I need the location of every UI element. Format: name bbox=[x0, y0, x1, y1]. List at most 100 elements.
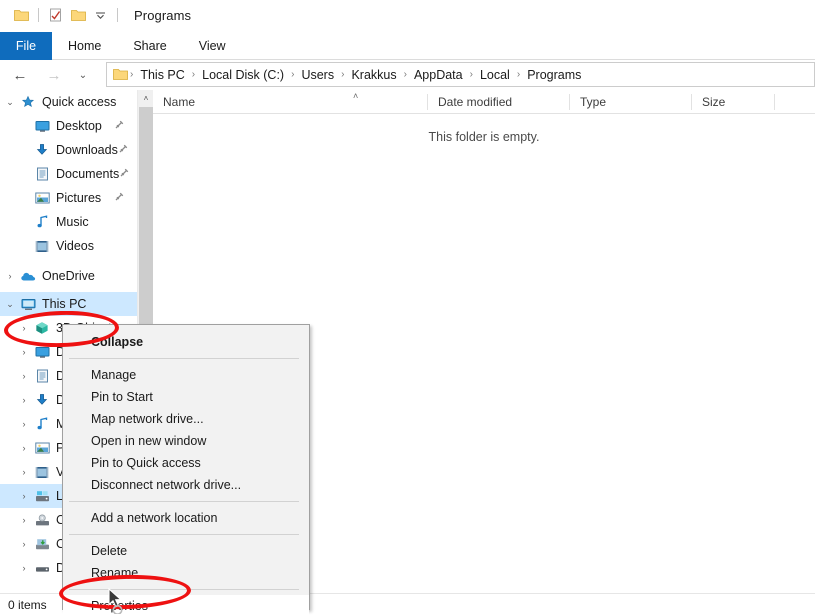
hard-drive-icon bbox=[32, 562, 52, 575]
column-label: Date modified bbox=[438, 94, 513, 109]
tree-item-label: Pictures bbox=[56, 191, 102, 205]
scroll-up-arrow-icon[interactable]: ˄ bbox=[138, 90, 154, 107]
download-icon bbox=[32, 393, 52, 407]
tree-item-label: Quick access bbox=[42, 95, 117, 109]
breadcrumb-krakkus[interactable]: Krakkus bbox=[346, 68, 401, 82]
chevron-placeholder-icon bbox=[16, 193, 32, 203]
tab-home[interactable]: Home bbox=[52, 32, 117, 60]
tree-item-downloads-qa[interactable]: Downloads bbox=[0, 138, 138, 162]
column-header-type[interactable]: Type bbox=[570, 90, 692, 114]
breadcrumb-this-pc[interactable]: This PC bbox=[135, 68, 189, 82]
back-button[interactable]: ← bbox=[8, 63, 32, 87]
chevron-right-icon[interactable]: › bbox=[2, 271, 18, 281]
menu-item-map-network-drive[interactable]: Map network drive... bbox=[63, 408, 309, 430]
breadcrumb-separator: › bbox=[291, 69, 295, 80]
menu-separator bbox=[69, 358, 299, 359]
menu-item-pin-to-start[interactable]: Pin to Start bbox=[63, 386, 309, 408]
column-header-size[interactable]: Size bbox=[692, 90, 775, 114]
desktop-icon bbox=[32, 120, 52, 133]
menu-item-collapse[interactable]: Collapse bbox=[63, 331, 309, 353]
pin-icon[interactable] bbox=[114, 120, 138, 133]
chevron-right-icon[interactable]: › bbox=[16, 515, 32, 525]
chevron-down-icon[interactable]: ⌄ bbox=[2, 97, 18, 108]
address-folder-icon bbox=[113, 68, 128, 81]
chevron-right-icon[interactable]: › bbox=[16, 347, 32, 357]
breadcrumb-separator: › bbox=[130, 69, 134, 80]
3d-objects-icon bbox=[32, 321, 52, 335]
tab-file[interactable]: File bbox=[0, 32, 52, 60]
chevron-right-icon[interactable]: › bbox=[16, 491, 32, 501]
chevron-placeholder-icon bbox=[16, 241, 32, 251]
hard-drive-icon bbox=[32, 490, 52, 503]
document-icon bbox=[32, 167, 52, 181]
breadcrumb-local[interactable]: Local bbox=[475, 68, 515, 82]
pin-icon[interactable] bbox=[119, 168, 138, 181]
tree-item-label: Downloads bbox=[56, 143, 118, 157]
download-icon bbox=[32, 143, 52, 157]
breadcrumb-separator: › bbox=[469, 69, 473, 80]
chevron-placeholder-icon bbox=[16, 217, 32, 227]
breadcrumb-appdata[interactable]: AppData bbox=[409, 68, 468, 82]
column-label: Type bbox=[580, 94, 607, 109]
menu-item-add-network-location[interactable]: Add a network location bbox=[63, 507, 309, 529]
menu-item-rename[interactable]: Rename bbox=[63, 562, 309, 584]
star-pin-icon bbox=[18, 95, 38, 109]
breadcrumb-local-disk[interactable]: Local Disk (C:) bbox=[197, 68, 289, 82]
item-count-label: 0 items bbox=[8, 597, 47, 612]
cd-drive-green-icon bbox=[32, 538, 52, 551]
recent-locations-button[interactable]: ⌄ bbox=[74, 63, 92, 87]
chevron-right-icon[interactable]: › bbox=[16, 539, 32, 549]
music-icon bbox=[32, 215, 52, 229]
title-bar: Programs bbox=[0, 0, 815, 30]
tree-item-videos-qa[interactable]: Videos bbox=[0, 234, 138, 258]
tab-share[interactable]: Share bbox=[117, 32, 182, 60]
menu-item-delete[interactable]: Delete bbox=[63, 540, 309, 562]
chevron-right-icon[interactable]: › bbox=[16, 467, 32, 477]
chevron-down-icon[interactable]: ⌄ bbox=[2, 299, 18, 310]
tree-item-desktop-qa[interactable]: Desktop bbox=[0, 114, 138, 138]
folder-icon[interactable] bbox=[10, 4, 32, 26]
chevron-down-icon[interactable] bbox=[89, 4, 111, 26]
properties-icon[interactable] bbox=[45, 4, 67, 26]
pin-icon[interactable] bbox=[114, 192, 138, 205]
menu-item-properties[interactable]: Properties bbox=[63, 595, 309, 615]
menu-item-open-in-new-window[interactable]: Open in new window bbox=[63, 430, 309, 452]
tree-item-this-pc[interactable]: ⌄ This PC bbox=[0, 292, 138, 316]
chevron-placeholder-icon bbox=[16, 169, 32, 179]
chevron-right-icon[interactable]: › bbox=[16, 443, 32, 453]
chevron-right-icon[interactable]: › bbox=[16, 323, 32, 333]
forward-button: → bbox=[46, 66, 62, 84]
tree-item-onedrive[interactable]: › OneDrive bbox=[0, 264, 138, 288]
menu-item-disconnect-network-drive[interactable]: Disconnect network drive... bbox=[63, 474, 309, 496]
tree-item-documents-qa[interactable]: Documents bbox=[0, 162, 138, 186]
menu-item-pin-to-quick-access[interactable]: Pin to Quick access bbox=[63, 452, 309, 474]
breadcrumb-users[interactable]: Users bbox=[296, 68, 339, 82]
pin-icon[interactable] bbox=[118, 144, 138, 157]
column-label: Size bbox=[702, 94, 726, 109]
nav-pane-scrollbar[interactable]: ˄ bbox=[137, 90, 154, 328]
menu-item-manage[interactable]: Manage bbox=[63, 364, 309, 386]
tree-item-label: This PC bbox=[42, 297, 87, 311]
address-bar[interactable]: › This PC › Local Disk (C:) › Users › Kr… bbox=[106, 62, 815, 87]
context-menu[interactable]: Collapse Manage Pin to Start Map network… bbox=[62, 324, 310, 615]
breadcrumb-separator: › bbox=[191, 69, 196, 80]
breadcrumb-programs[interactable]: Programs bbox=[522, 68, 586, 82]
tree-item-music-qa[interactable]: Music bbox=[0, 210, 138, 234]
new-folder-icon[interactable] bbox=[67, 4, 89, 26]
file-explorer-window: Programs File Home Share View ← → ⌄ ↑ › … bbox=[0, 0, 815, 615]
column-header-date-modified[interactable]: Date modified bbox=[428, 90, 570, 114]
column-header-name[interactable]: Name ˄ bbox=[153, 90, 428, 114]
tree-item-pictures-qa[interactable]: Pictures bbox=[0, 186, 138, 210]
chevron-right-icon[interactable]: › bbox=[16, 395, 32, 405]
chevron-right-icon[interactable]: › bbox=[16, 563, 32, 573]
window-title: Programs bbox=[134, 7, 192, 23]
menu-separator bbox=[69, 589, 299, 590]
tab-view[interactable]: View bbox=[183, 32, 242, 60]
pictures-icon bbox=[32, 442, 52, 454]
sort-ascending-icon: ˄ bbox=[353, 90, 359, 101]
scrollbar-thumb[interactable] bbox=[139, 107, 153, 328]
chevron-right-icon[interactable]: › bbox=[16, 419, 32, 429]
chevron-right-icon[interactable]: › bbox=[16, 371, 32, 381]
tree-item-quick-access[interactable]: ⌄ Quick access bbox=[0, 90, 138, 114]
qat-divider-1 bbox=[38, 8, 39, 22]
